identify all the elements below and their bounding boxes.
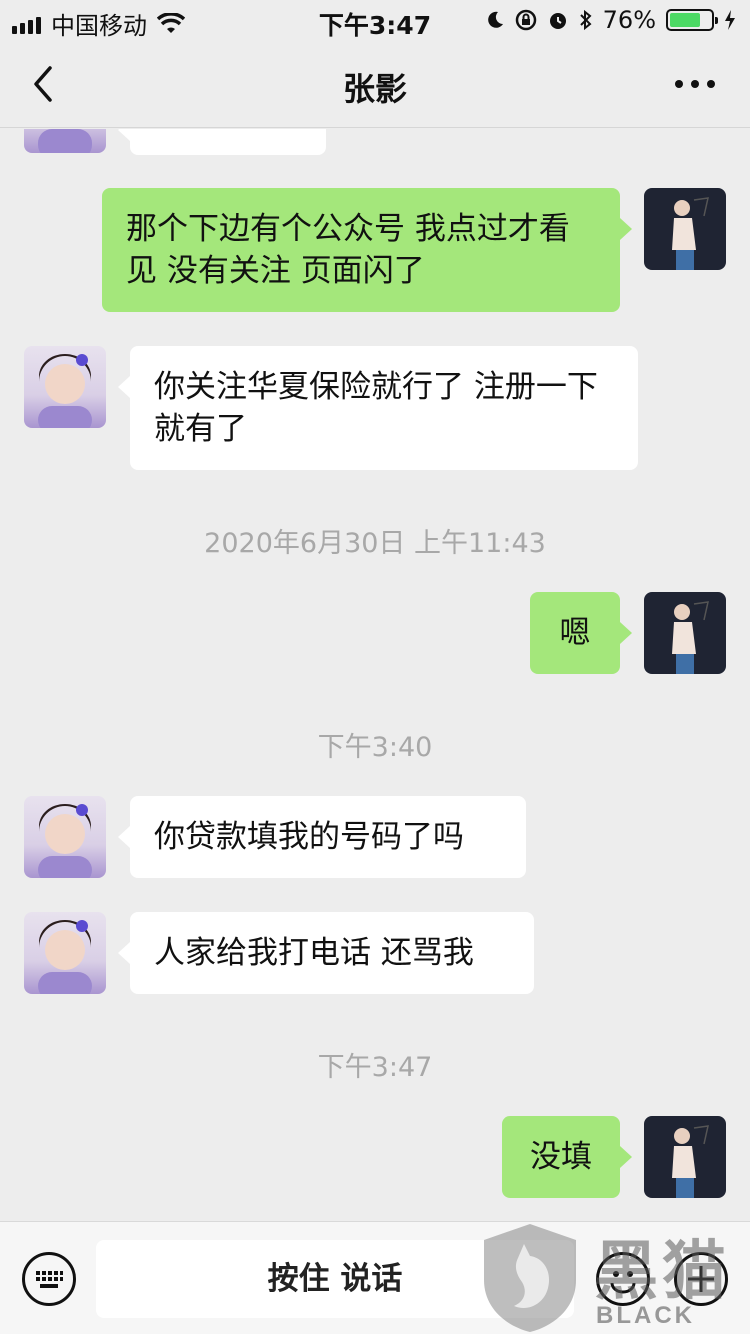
timestamp: 下午3:40 bbox=[317, 732, 433, 763]
chat-title: 张影 bbox=[342, 70, 407, 108]
contact-avatar[interactable] bbox=[24, 129, 106, 153]
chat-message-list[interactable]: 那个下边有个公众号 我点过才看见 没有关注 页面闪了 你关注华夏保险就行了 注册… bbox=[0, 129, 750, 1221]
emoji-icon bbox=[610, 1271, 636, 1294]
status-bar: 中国移动 下午3:47 76% bbox=[0, 0, 750, 40]
message-bubble-sent[interactable]: 那个下边有个公众号 我点过才看见 没有关注 页面闪了 bbox=[102, 188, 632, 312]
timestamp: 2020年6月30日 上午11:43 bbox=[204, 528, 546, 559]
message-bubble-sent[interactable]: 嗯 bbox=[530, 592, 632, 674]
battery-percent: 76% bbox=[602, 6, 656, 34]
nav-bar: 张影 bbox=[0, 40, 750, 128]
keyboard-icon bbox=[36, 1271, 63, 1288]
alarm-icon bbox=[549, 13, 566, 29]
plus-icon bbox=[688, 1266, 714, 1292]
timestamp: 下午3:47 bbox=[317, 1052, 433, 1083]
charging-icon bbox=[725, 10, 735, 30]
moon-icon bbox=[487, 11, 503, 28]
keyboard-toggle-button[interactable] bbox=[22, 1252, 76, 1306]
rotation-lock-icon bbox=[515, 9, 536, 31]
emoji-button[interactable] bbox=[596, 1252, 650, 1306]
message-bubble-received[interactable] bbox=[118, 129, 326, 155]
message-bubble-sent[interactable]: 没填 bbox=[502, 1116, 632, 1198]
my-avatar[interactable] bbox=[644, 592, 726, 674]
my-avatar[interactable] bbox=[644, 1116, 726, 1198]
more-actions-button[interactable] bbox=[674, 1252, 728, 1306]
hold-to-talk-button[interactable]: 按住 说话 bbox=[96, 1240, 574, 1318]
status-right: 76% bbox=[485, 6, 736, 34]
bluetooth-icon bbox=[579, 9, 592, 31]
contact-avatar[interactable] bbox=[24, 346, 106, 428]
contact-avatar[interactable] bbox=[24, 796, 106, 878]
message-bubble-received[interactable]: 你关注华夏保险就行了 注册一下 就有了 bbox=[118, 346, 638, 470]
battery-fill bbox=[670, 13, 701, 27]
message-bubble-received[interactable]: 人家给我打电话 还骂我 bbox=[118, 912, 534, 994]
my-avatar[interactable] bbox=[644, 188, 726, 270]
battery-icon bbox=[666, 9, 718, 31]
contact-avatar[interactable] bbox=[24, 912, 106, 994]
more-options-icon[interactable] bbox=[670, 66, 720, 102]
message-bubble-received[interactable]: 你贷款填我的号码了吗 bbox=[118, 796, 526, 878]
input-bar: 按住 说话 bbox=[0, 1221, 750, 1334]
